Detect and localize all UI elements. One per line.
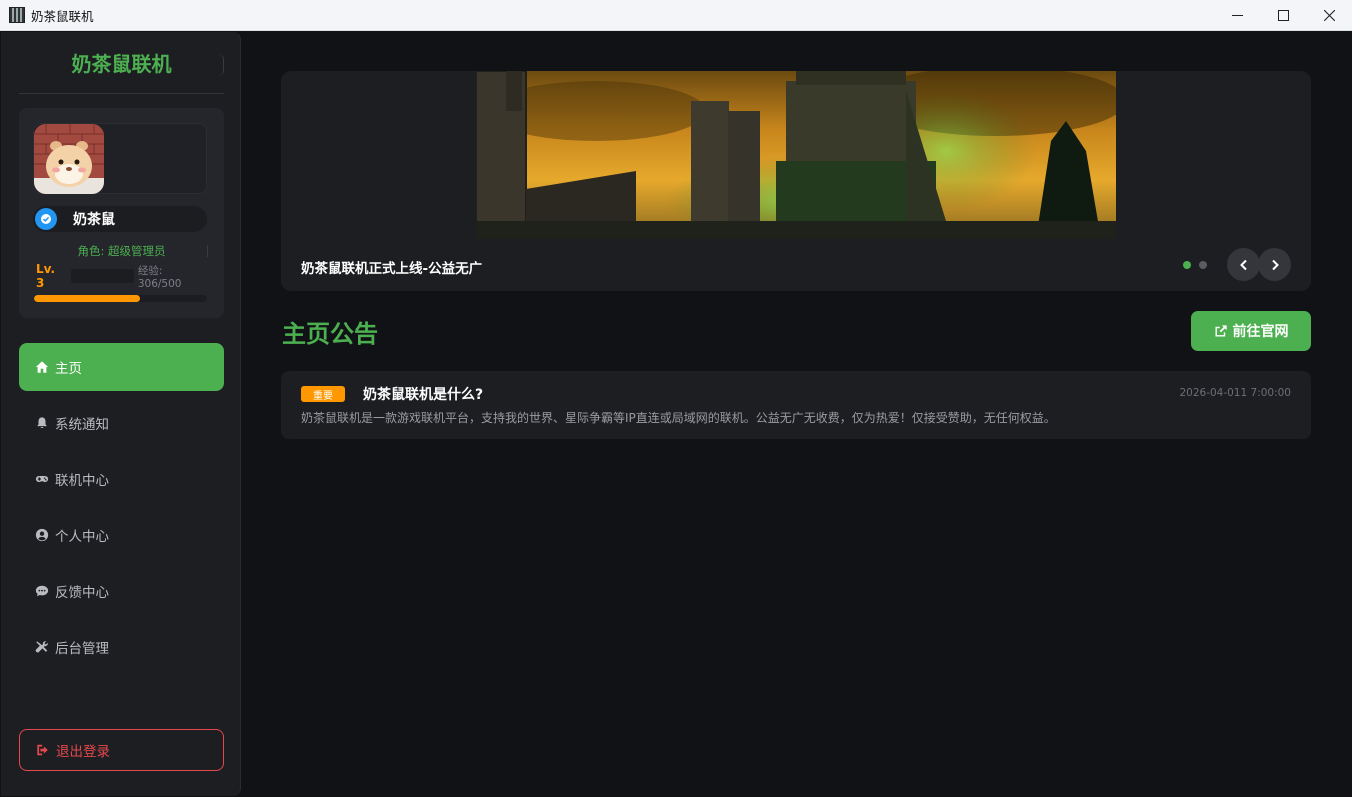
close-button[interactable] xyxy=(1306,0,1352,31)
notice-date: 2026-04-011 7:00:00 xyxy=(1179,387,1291,399)
banner-image[interactable] xyxy=(476,71,1116,239)
section-title: 主页公告 xyxy=(282,320,378,348)
chevron-left-icon xyxy=(1239,259,1247,270)
nav-item-label: 主页 xyxy=(55,361,82,377)
nav-item-multiplayer[interactable]: 联机中心 xyxy=(19,455,224,503)
carousel-prev-button[interactable] xyxy=(1227,248,1260,281)
chevron-right-icon xyxy=(1271,259,1279,270)
brand-decoration xyxy=(218,54,224,76)
nav-item-label: 反馈中心 xyxy=(55,585,109,601)
nav-item-feedback[interactable]: 反馈中心 xyxy=(19,567,224,615)
notice-card[interactable]: 重要 奶茶鼠联机是什么? 2026-04-011 7:00:00 奶茶鼠联机是一… xyxy=(281,371,1311,439)
window-titlebar: 奶茶鼠联机 xyxy=(0,0,1352,31)
banner-carousel: 奶茶鼠联机正式上线-公益无广 xyxy=(281,71,1311,291)
logout-button[interactable]: 退出登录 xyxy=(19,729,224,771)
nav-item-label: 系统通知 xyxy=(55,417,109,433)
window-controls xyxy=(1214,0,1352,31)
brand-title: 奶茶鼠联机 xyxy=(19,32,224,94)
logout-icon xyxy=(37,744,48,756)
official-site-button[interactable]: 前往官网 xyxy=(1191,311,1311,351)
notice-body: 奶茶鼠联机是一款游戏联机平台，支持我的世界、星际争霸等IP直连或局域网的联机。公… xyxy=(301,411,1056,425)
logout-label: 退出登录 xyxy=(56,744,110,760)
tools-icon xyxy=(35,641,48,653)
avatar[interactable] xyxy=(34,124,104,194)
bell-icon xyxy=(37,417,47,428)
minimize-icon xyxy=(1231,15,1243,16)
role-divider xyxy=(207,245,208,257)
close-icon xyxy=(1323,10,1335,21)
banner-caption: 奶茶鼠联机正式上线-公益无广 xyxy=(301,261,483,277)
brand-label: 奶茶鼠联机 xyxy=(71,52,172,76)
notice-badge: 重要 xyxy=(301,386,345,402)
carousel-dots xyxy=(1183,261,1207,269)
user-level: Lv. 3 xyxy=(36,262,56,290)
maximize-button[interactable] xyxy=(1260,0,1306,31)
hamster-avatar-image xyxy=(34,124,104,194)
sidebar: 奶茶鼠联机 奶茶鼠 角色: 超级管理员 Lv. 3 经验: 306/500 主页… xyxy=(1,32,241,796)
user-card: 奶茶鼠 角色: 超级管理员 Lv. 3 经验: 306/500 xyxy=(19,108,224,318)
nav-item-label: 后台管理 xyxy=(55,641,109,657)
user-role: 角色: 超级管理员 xyxy=(77,244,166,258)
carousel-next-button[interactable] xyxy=(1258,248,1291,281)
gamepad-icon xyxy=(35,475,49,483)
home-icon xyxy=(35,361,49,373)
username: 奶茶鼠 xyxy=(73,212,115,228)
chat-icon xyxy=(35,585,49,597)
nav-item-label: 个人中心 xyxy=(55,529,109,545)
minimize-button[interactable] xyxy=(1214,0,1260,31)
maximize-icon xyxy=(1277,10,1289,21)
avatar-frame xyxy=(33,123,207,194)
verified-icon xyxy=(35,208,57,230)
exp-progress-fill xyxy=(34,295,140,302)
nav-item-home[interactable]: 主页 xyxy=(19,343,224,391)
official-site-label: 前往官网 xyxy=(1232,324,1289,340)
window-title: 奶茶鼠联机 xyxy=(31,8,94,24)
level-row: Lv. 3 经验: 306/500 xyxy=(36,262,208,290)
carousel-dot[interactable] xyxy=(1199,261,1207,269)
external-link-icon xyxy=(1214,325,1227,337)
username-row: 奶茶鼠 xyxy=(33,206,207,232)
nav-item-notifications[interactable]: 系统通知 xyxy=(19,399,224,447)
exp-progress-bar xyxy=(34,295,207,302)
user-circle-icon xyxy=(35,528,49,542)
carousel-dot[interactable] xyxy=(1183,261,1191,269)
notice-title: 奶茶鼠联机是什么? xyxy=(363,387,484,403)
app-icon xyxy=(9,7,25,23)
user-exp: 经验: 306/500 xyxy=(137,264,182,290)
nav-item-admin[interactable]: 后台管理 xyxy=(19,623,224,671)
nav-item-profile[interactable]: 个人中心 xyxy=(19,511,224,559)
nav-item-label: 联机中心 xyxy=(55,473,109,489)
level-track xyxy=(71,269,134,283)
sidebar-nav: 主页 系统通知 联机中心 个人中心 反馈中心 后台管理 xyxy=(19,343,224,679)
